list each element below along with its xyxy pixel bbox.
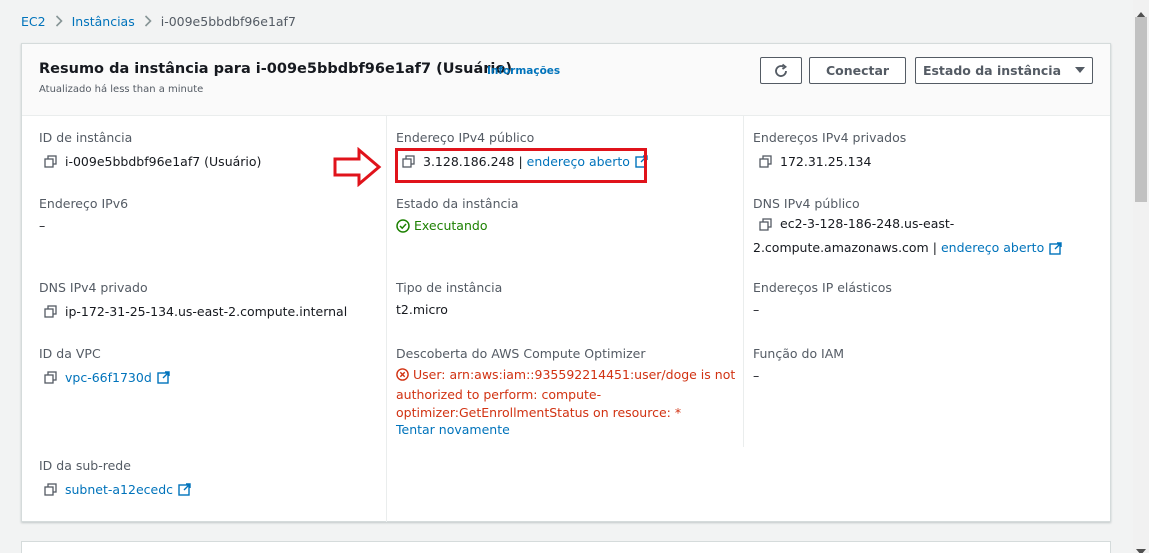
private-dns-label: DNS IPv4 privado	[39, 280, 148, 295]
state-text: Executando	[414, 218, 488, 233]
private-ipv4-label: Endereços IPv4 privados	[753, 130, 907, 145]
next-panel	[21, 541, 1111, 553]
elastic-ip-label: Endereços IP elásticos	[753, 280, 892, 295]
copy-icon[interactable]	[759, 155, 772, 168]
external-link-icon[interactable]	[157, 371, 170, 384]
scroll-down-arrow-icon[interactable]	[1136, 541, 1146, 553]
instance-id-value: i-009e5bbdbf96e1af7 (Usuário)	[44, 154, 261, 169]
optimizer-label: Descoberta do AWS Compute Optimizer	[396, 346, 646, 361]
error-x-icon	[396, 368, 409, 386]
check-circle-icon	[396, 218, 410, 233]
retry-link[interactable]: Tentar novamente	[396, 422, 510, 437]
optimizer-error-line2: authorized to perform: compute-	[396, 387, 602, 402]
panel-header: Resumo da instância para i-009e5bbdbf96e…	[22, 44, 1110, 116]
copy-icon[interactable]	[44, 305, 57, 318]
instance-type-value: t2.micro	[396, 302, 448, 317]
public-ipv4-label: Endereço IPv4 público	[396, 130, 535, 145]
instance-id-label: ID de instância	[39, 130, 133, 145]
state-value: Executando	[396, 218, 487, 233]
breadcrumb-ec2[interactable]: EC2	[21, 14, 46, 29]
iam-role-label: Função do IAM	[753, 346, 845, 361]
external-link-icon[interactable]	[1049, 241, 1062, 255]
scrollbar-thumb[interactable]	[1135, 17, 1147, 202]
chevron-right-icon	[55, 15, 63, 27]
connect-button[interactable]: Conectar	[809, 57, 906, 84]
updated-text: Atualizado há less than a minute	[39, 84, 204, 95]
external-link-icon[interactable]	[178, 483, 191, 496]
vpc-link[interactable]: vpc-66f1730d	[65, 370, 152, 385]
breadcrumb-current: i-009e5bbdbf96e1af7	[160, 13, 296, 29]
column-3: Endereços IPv4 privados 172.31.25.134 DN…	[744, 116, 1112, 522]
annotation-highlight-box	[395, 148, 647, 183]
optimizer-error: User: arn:aws:iam::935592214451:user/dog…	[396, 366, 736, 422]
copy-icon[interactable]	[44, 483, 57, 496]
scrollbar[interactable]	[1133, 0, 1149, 553]
instance-type-label: Tipo de instância	[396, 280, 503, 295]
instance-summary-panel: Resumo da instância para i-009e5bbdbf96e…	[21, 43, 1111, 522]
annotation-arrow-icon	[333, 146, 383, 191]
page-title: Resumo da instância para i-009e5bbdbf96e…	[39, 61, 512, 77]
subnet-link[interactable]: subnet-a12ecedc	[65, 482, 173, 497]
vpc-label: ID da VPC	[39, 346, 101, 361]
breadcrumb: EC2 Instâncias i-009e5bbdbf96e1af7	[21, 12, 296, 30]
state-label: Estado da instância	[396, 196, 519, 211]
elastic-ip-value: –	[753, 302, 760, 317]
instance-id-text: i-009e5bbdbf96e1af7 (Usuário)	[65, 154, 262, 169]
optimizer-error-line3: optimizer:GetEnrollmentStatus on resourc…	[396, 405, 682, 420]
instance-state-dropdown[interactable]: Estado da instância	[915, 57, 1093, 84]
info-link[interactable]: Informações	[487, 65, 560, 77]
public-dns-line1: ec2-3-128-186-248.us-east-	[780, 216, 955, 231]
private-ipv4-text: 172.31.25.134	[780, 154, 872, 169]
public-dns-open-link[interactable]: endereço aberto	[941, 236, 1044, 260]
public-dns-label: DNS IPv4 público	[753, 196, 860, 211]
ipv6-label: Endereço IPv6	[39, 196, 129, 211]
refresh-button[interactable]	[760, 57, 802, 84]
private-dns-text: ip-172-31-25-134.us-east-2.compute.inter…	[65, 304, 348, 319]
copy-icon[interactable]	[44, 371, 57, 384]
public-dns-line2: 2.compute.amazonaws.com	[753, 240, 929, 255]
private-dns-value: ip-172-31-25-134.us-east-2.compute.inter…	[44, 304, 347, 319]
public-dns-value: ec2-3-128-186-248.us-east- 2.compute.ama…	[753, 212, 1062, 260]
separator: |	[932, 240, 937, 255]
copy-icon[interactable]	[44, 155, 57, 168]
subnet-label: ID da sub-rede	[39, 458, 131, 473]
iam-role-value: –	[753, 368, 760, 383]
caret-down-icon	[1075, 67, 1086, 74]
vpc-value: vpc-66f1730d	[44, 370, 170, 385]
optimizer-error-line1: User: arn:aws:iam::935592214451:user/dog…	[413, 367, 736, 382]
chevron-right-icon	[144, 15, 152, 27]
instance-state-label: Estado da instância	[922, 63, 1062, 78]
ipv6-value: –	[39, 218, 46, 233]
refresh-icon	[773, 63, 789, 79]
copy-icon[interactable]	[759, 217, 772, 231]
breadcrumb-instances[interactable]: Instâncias	[72, 14, 135, 29]
subnet-value: subnet-a12ecedc	[44, 482, 191, 497]
private-ipv4-value: 172.31.25.134	[759, 154, 871, 169]
